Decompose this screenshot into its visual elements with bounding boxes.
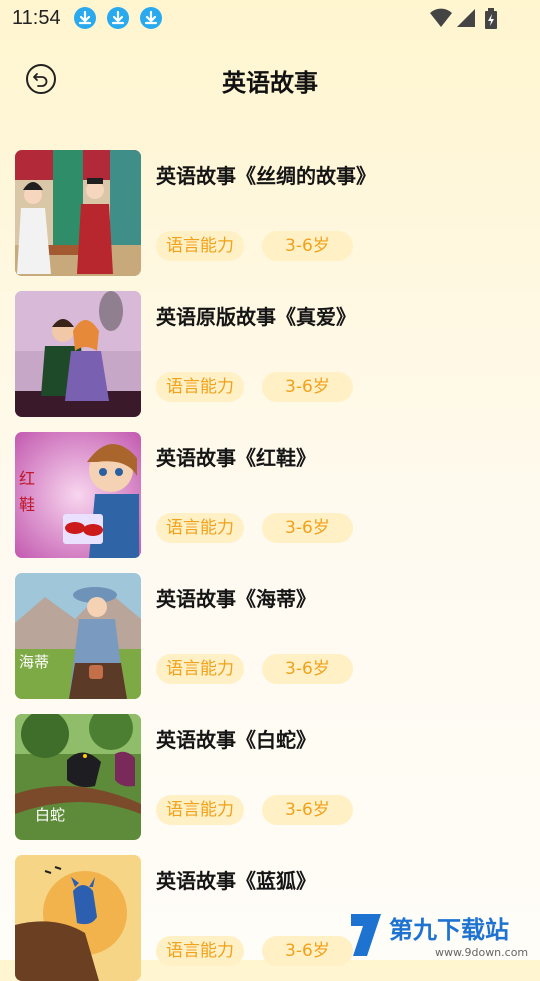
story-title: 英语故事《白蛇》 <box>156 728 316 752</box>
wifi-icon <box>430 8 452 27</box>
download-icon <box>140 7 162 29</box>
signal-icon <box>457 9 475 27</box>
story-item[interactable]: 红 鞋 英语故事《红鞋》 语言能力 3-6岁 <box>15 432 525 558</box>
skill-tag: 语言能力 <box>156 936 244 966</box>
story-cover-image <box>15 150 141 276</box>
skill-tag: 语言能力 <box>156 513 244 543</box>
story-item[interactable]: 英语故事《丝绸的故事》 语言能力 3-6岁 <box>15 150 525 276</box>
story-cover-image: 海蒂 <box>15 573 141 699</box>
cover-text: 海蒂 <box>19 653 49 671</box>
story-cover-image: 白蛇 <box>15 714 141 840</box>
age-tag: 3-6岁 <box>262 936 353 966</box>
story-cover-image <box>15 291 141 417</box>
age-tag: 3-6岁 <box>262 231 353 261</box>
age-tag: 3-6岁 <box>262 513 353 543</box>
page-title: 英语故事 <box>222 69 318 97</box>
status-time: 11:54 <box>12 7 61 29</box>
skill-tag: 语言能力 <box>156 654 244 684</box>
status-bar: 11:54 <box>0 0 540 36</box>
skill-tag: 语言能力 <box>156 372 244 402</box>
app-header: 英语故事 <box>0 50 540 110</box>
cover-text: 鞋 <box>19 495 35 514</box>
watermark-text: 第九下载站 <box>389 916 509 944</box>
age-tag: 3-6岁 <box>262 795 353 825</box>
age-tag: 3-6岁 <box>262 654 353 684</box>
story-title: 英语故事《海蒂》 <box>156 587 316 611</box>
story-item[interactable]: 白蛇 英语故事《白蛇》 语言能力 3-6岁 <box>15 714 525 840</box>
cover-text: 红 <box>19 469 35 488</box>
battery-icon <box>485 8 497 29</box>
story-title: 英语故事《蓝狐》 <box>156 869 316 893</box>
watermark: 第九下载站 www.9down.com <box>345 908 540 960</box>
story-item[interactable]: 英语原版故事《真爱》 语言能力 3-6岁 <box>15 291 525 417</box>
story-title: 英语故事《红鞋》 <box>156 446 316 470</box>
skill-tag: 语言能力 <box>156 231 244 261</box>
download-icon <box>74 7 96 29</box>
download-icon <box>107 7 129 29</box>
story-item[interactable]: 海蒂 英语故事《海蒂》 语言能力 3-6岁 <box>15 573 525 699</box>
age-tag: 3-6岁 <box>262 372 353 402</box>
skill-tag: 语言能力 <box>156 795 244 825</box>
cover-text: 白蛇 <box>35 806 65 824</box>
story-title: 英语原版故事《真爱》 <box>156 305 356 329</box>
story-cover-image <box>15 855 141 981</box>
story-cover-image: 红 鞋 <box>15 432 141 558</box>
story-title: 英语故事《丝绸的故事》 <box>156 164 376 188</box>
watermark-url: www.9down.com <box>435 946 528 959</box>
